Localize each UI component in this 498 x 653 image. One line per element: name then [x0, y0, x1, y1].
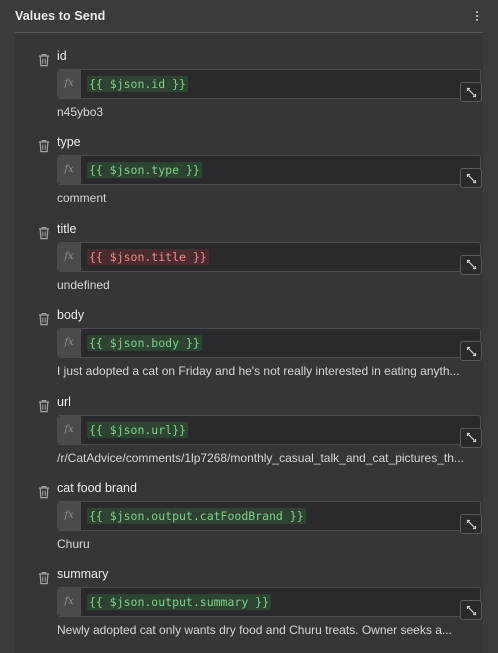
- trash-icon[interactable]: [38, 226, 50, 240]
- expression-result: I just adopted a cat on Friday and he's …: [57, 364, 460, 379]
- expression-text[interactable]: {{ $json.id }}: [87, 76, 188, 92]
- expression-result: /r/CatAdvice/comments/1lp7268/monthly_ca…: [57, 450, 464, 465]
- expression-field[interactable]: fx {{ $json.body }}: [57, 328, 482, 362]
- fx-icon: fx: [58, 242, 81, 271]
- open-expression-editor-icon[interactable]: [460, 341, 482, 362]
- expression-field[interactable]: fx {{ $json.url}}: [57, 414, 482, 448]
- field-item-2: title fx {{ $json.title }} undefined: [15, 206, 483, 292]
- expression-result: undefined: [57, 277, 110, 292]
- expression-field[interactable]: fx {{ $json.output.catFoodBrand }}: [57, 501, 482, 534]
- expression-field[interactable]: fx {{ $json.type }}: [57, 155, 482, 189]
- fx-icon: fx: [58, 156, 81, 185]
- trash-icon[interactable]: [38, 312, 50, 326]
- field-item-0: id fx {{ $json.id }} n45ybo3: [15, 33, 483, 119]
- expression-result: Churu: [57, 537, 90, 551]
- open-expression-editor-icon[interactable]: [460, 600, 482, 621]
- field-item-5: cat food brand fx {{ $json.output.catFoo…: [15, 465, 483, 551]
- field-label: url: [57, 394, 71, 409]
- values-to-send-panel: Values to Send id fx {{ $json.id }} n45y…: [0, 0, 498, 653]
- field-label: type: [57, 135, 81, 150]
- fx-icon: fx: [58, 502, 81, 530]
- fx-icon: fx: [58, 588, 81, 617]
- field-list: id fx {{ $json.id }} n45ybo3 type fx {{…: [15, 33, 483, 653]
- expression-text[interactable]: {{ $json.output.summary }}: [87, 594, 272, 611]
- open-expression-editor-icon[interactable]: [460, 254, 482, 275]
- field-item-4: url fx {{ $json.url}} /r/CatAdvice/comme…: [15, 379, 483, 465]
- field-label: id: [57, 49, 67, 63]
- field-label: body: [57, 308, 85, 323]
- kebab-menu-icon[interactable]: [473, 9, 481, 23]
- expression-text[interactable]: {{ $json.title }}: [87, 248, 209, 265]
- section-header: Values to Send: [15, 9, 483, 25]
- open-expression-editor-icon[interactable]: [460, 168, 482, 189]
- trash-icon[interactable]: [38, 53, 50, 67]
- field-item-1: type fx {{ $json.type }} comment: [15, 119, 483, 205]
- field-item-6: summary fx {{ $json.output.summary }} Ne…: [15, 551, 483, 637]
- expression-text[interactable]: {{ $json.url}}: [87, 421, 188, 438]
- expression-field[interactable]: fx {{ $json.title }}: [57, 241, 482, 275]
- fx-icon: fx: [58, 415, 81, 444]
- open-expression-editor-icon[interactable]: [460, 82, 482, 102]
- fx-icon: fx: [58, 329, 81, 358]
- field-label: cat food brand: [57, 481, 137, 495]
- expression-result: Newly adopted cat only wants dry food an…: [57, 623, 452, 638]
- field-label: summary: [57, 567, 109, 582]
- expression-field[interactable]: fx {{ $json.output.summary }}: [57, 587, 482, 621]
- section-title: Values to Send: [15, 9, 106, 23]
- trash-icon[interactable]: [38, 485, 50, 499]
- expression-result: n45ybo3: [57, 105, 104, 119]
- expression-text[interactable]: {{ $json.type }}: [87, 162, 202, 179]
- open-expression-editor-icon[interactable]: [460, 427, 482, 448]
- expression-text[interactable]: {{ $json.output.catFoodBrand }}: [87, 508, 306, 524]
- fx-icon: fx: [58, 70, 81, 98]
- field-item-3: body fx {{ $json.body }} I just adopted …: [15, 292, 483, 378]
- trash-icon[interactable]: [38, 399, 50, 413]
- trash-icon[interactable]: [38, 139, 50, 153]
- field-label: title: [57, 221, 77, 236]
- trash-icon[interactable]: [38, 571, 50, 585]
- expression-text[interactable]: {{ $json.body }}: [87, 335, 202, 352]
- open-expression-editor-icon[interactable]: [460, 514, 482, 534]
- expression-result: comment: [57, 191, 107, 206]
- expression-field[interactable]: fx {{ $json.id }}: [57, 69, 482, 102]
